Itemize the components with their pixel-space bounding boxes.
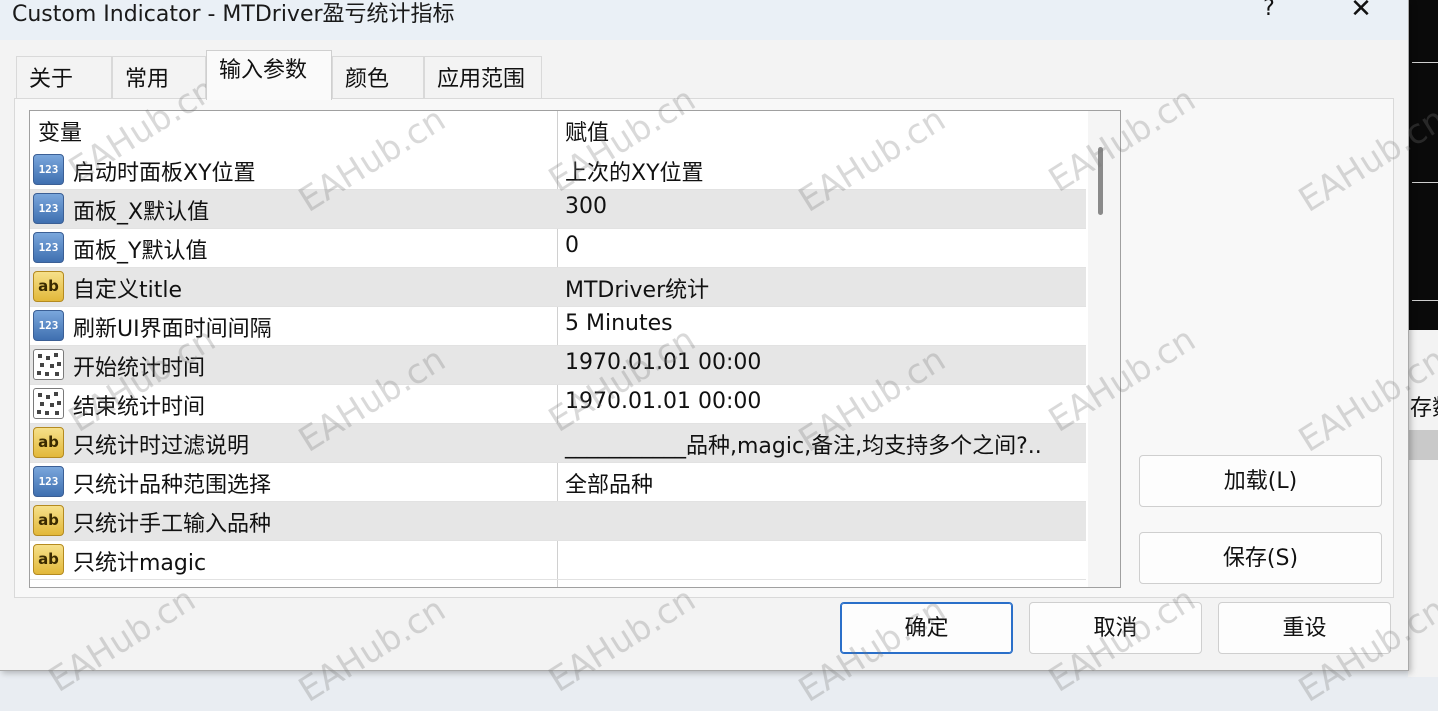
background-chart-area bbox=[1408, 0, 1438, 330]
background-band bbox=[1408, 430, 1438, 460]
parameter-value[interactable]: 1970.01.01 00:00 bbox=[565, 389, 761, 414]
parameter-name: 结束统计时间 bbox=[73, 395, 206, 420]
background-line bbox=[1412, 300, 1438, 301]
parameter-name: 自定义title bbox=[73, 278, 183, 303]
number-icon: 123 bbox=[33, 310, 64, 341]
number-icon: 123 bbox=[33, 466, 64, 497]
background-line bbox=[1412, 62, 1438, 63]
table-row[interactable]: ab 只统计magic bbox=[30, 541, 1086, 580]
table-row[interactable]: 123 面板_X默认值 300 bbox=[30, 190, 1086, 229]
background-line bbox=[1412, 182, 1438, 183]
parameter-name: 只统计时过滤说明 bbox=[73, 434, 250, 459]
header-variable[interactable]: 变量 bbox=[38, 115, 82, 147]
header-value[interactable]: 赋值 bbox=[565, 115, 609, 147]
string-icon: ab bbox=[33, 271, 64, 302]
parameter-value[interactable]: ___________品种,magic,备注,均支持多个之间?.. bbox=[565, 428, 1042, 460]
parameter-value[interactable]: 1970.01.01 00:00 bbox=[565, 350, 761, 375]
parameter-name: 只统计品种范围选择 bbox=[73, 473, 272, 498]
title-bar: Custom Indicator - MTDriver盈亏统计指标 ? ✕ bbox=[0, 0, 1408, 40]
parameter-name: 只统计手工输入品种 bbox=[73, 512, 272, 537]
number-icon: 123 bbox=[33, 232, 64, 263]
tab-inputs[interactable]: 输入参数 bbox=[206, 50, 332, 100]
tab-about[interactable]: 关于 bbox=[16, 56, 112, 98]
tab-colors[interactable]: 颜色 bbox=[332, 56, 424, 98]
load-button[interactable]: 加载(L) bbox=[1139, 455, 1382, 507]
table-row[interactable]: 123 面板_Y默认值 0 bbox=[30, 229, 1086, 268]
table-row[interactable]: 123 启动时面板XY位置 上次的XY位置 bbox=[30, 151, 1086, 190]
parameter-name: 面板_X默认值 bbox=[73, 200, 210, 225]
background-window: 存数 bbox=[1408, 0, 1438, 677]
table-row[interactable]: 开始统计时间 1970.01.01 00:00 bbox=[30, 346, 1086, 385]
parameter-value[interactable]: 上次的XY位置 bbox=[565, 155, 704, 187]
background-text: 存数 bbox=[1410, 396, 1438, 421]
datetime-icon bbox=[33, 388, 64, 419]
string-icon: ab bbox=[33, 427, 64, 458]
parameter-value[interactable]: 300 bbox=[565, 194, 607, 219]
parameter-value[interactable]: 全部品种 bbox=[565, 467, 653, 499]
tab-common[interactable]: 常用 bbox=[112, 56, 206, 98]
window-title: Custom Indicator - MTDriver盈亏统计指标 bbox=[12, 2, 455, 27]
vertical-scrollbar[interactable] bbox=[1088, 111, 1120, 587]
parameter-value[interactable]: 5 Minutes bbox=[565, 311, 673, 336]
help-button[interactable]: ? bbox=[1254, 0, 1284, 26]
table-row[interactable]: ab 只统计手工输入品种 bbox=[30, 502, 1086, 541]
parameter-value[interactable]: 0 bbox=[565, 233, 579, 258]
close-button[interactable]: ✕ bbox=[1346, 0, 1376, 28]
list-header: 变量 赋值 bbox=[30, 111, 1086, 151]
parameter-name: 只统计magic bbox=[73, 551, 207, 576]
cancel-button[interactable]: 取消 bbox=[1029, 602, 1202, 654]
parameter-name: 刷新UI界面时间间隔 bbox=[73, 317, 272, 342]
datetime-icon bbox=[33, 349, 64, 380]
ok-button[interactable]: 确定 bbox=[840, 602, 1013, 654]
number-icon: 123 bbox=[33, 193, 64, 224]
tab-visualization[interactable]: 应用范围 bbox=[424, 56, 542, 98]
reset-button[interactable]: 重设 bbox=[1218, 602, 1391, 654]
parameter-name: 面板_Y默认值 bbox=[73, 239, 208, 264]
table-row[interactable]: 123 只统计品种范围选择 全部品种 bbox=[30, 463, 1086, 502]
custom-indicator-dialog: Custom Indicator - MTDriver盈亏统计指标 ? ✕ 关于… bbox=[0, 0, 1409, 671]
table-row[interactable]: 结束统计时间 1970.01.01 00:00 bbox=[30, 385, 1086, 424]
string-icon: ab bbox=[33, 505, 64, 536]
parameter-name: 启动时面板XY位置 bbox=[73, 161, 256, 186]
number-icon: 123 bbox=[33, 154, 64, 185]
parameter-value[interactable]: MTDriver统计 bbox=[565, 272, 709, 304]
parameter-name: 开始统计时间 bbox=[73, 356, 206, 381]
table-row[interactable]: ab 只统计时过滤说明 ___________品种,magic,备注,均支持多个之间… bbox=[30, 424, 1086, 463]
save-button[interactable]: 保存(S) bbox=[1139, 532, 1382, 584]
scroll-thumb[interactable] bbox=[1098, 147, 1103, 215]
string-icon: ab bbox=[33, 544, 64, 575]
input-parameters-list[interactable]: 变量 赋值 123 启动时面板XY位置 上次的XY位置 123 面板_X默认值 300 12… bbox=[29, 110, 1121, 588]
table-row[interactable]: 123 刷新UI界面时间间隔 5 Minutes bbox=[30, 307, 1086, 346]
table-row[interactable]: ab 自定义title MTDriver统计 bbox=[30, 268, 1086, 307]
